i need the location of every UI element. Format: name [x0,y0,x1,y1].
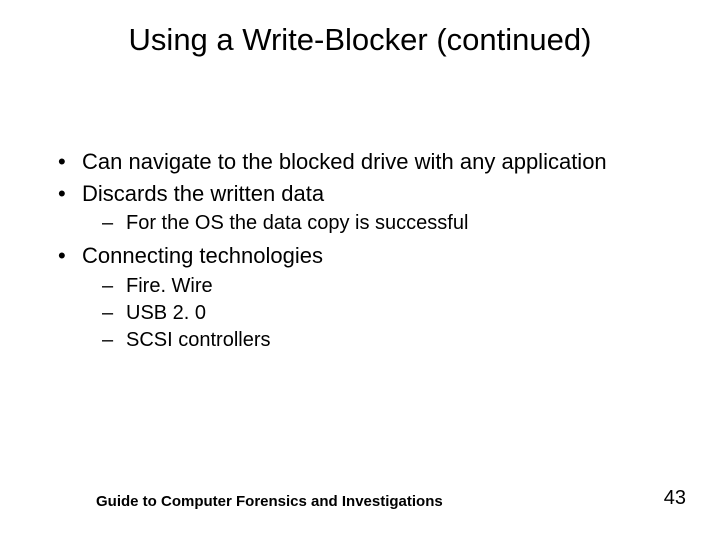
sub-bullet-item: For the OS the data copy is successful [82,211,680,236]
sub-bullet-item: SCSI controllers [82,328,680,353]
sub-bullet-list: For the OS the data copy is successful [82,211,680,236]
sub-bullet-text: USB 2. 0 [126,302,206,324]
bullet-item: Can navigate to the blocked drive with a… [54,148,680,176]
bullet-text: Connecting technologies [82,243,323,268]
page-number: 43 [664,487,686,510]
bullet-text: Discards the written data [82,181,324,206]
slide: Using a Write-Blocker (continued) Can na… [0,0,720,540]
slide-body: Can navigate to the blocked drive with a… [54,148,680,359]
sub-bullet-text: For the OS the data copy is successful [126,212,468,234]
slide-title: Using a Write-Blocker (continued) [0,22,720,58]
sub-bullet-text: SCSI controllers [126,329,271,351]
sub-bullet-item: Fire. Wire [82,274,680,299]
sub-bullet-list: Fire. Wire USB 2. 0 SCSI controllers [82,274,680,353]
sub-bullet-item: USB 2. 0 [82,301,680,326]
sub-bullet-text: Fire. Wire [126,275,213,297]
bullet-text: Can navigate to the blocked drive with a… [82,149,607,174]
bullet-item: Connecting technologies Fire. Wire USB 2… [54,242,680,353]
bullet-item: Discards the written data For the OS the… [54,180,680,237]
footer-text: Guide to Computer Forensics and Investig… [96,493,443,510]
bullet-list: Can navigate to the blocked drive with a… [54,148,680,353]
